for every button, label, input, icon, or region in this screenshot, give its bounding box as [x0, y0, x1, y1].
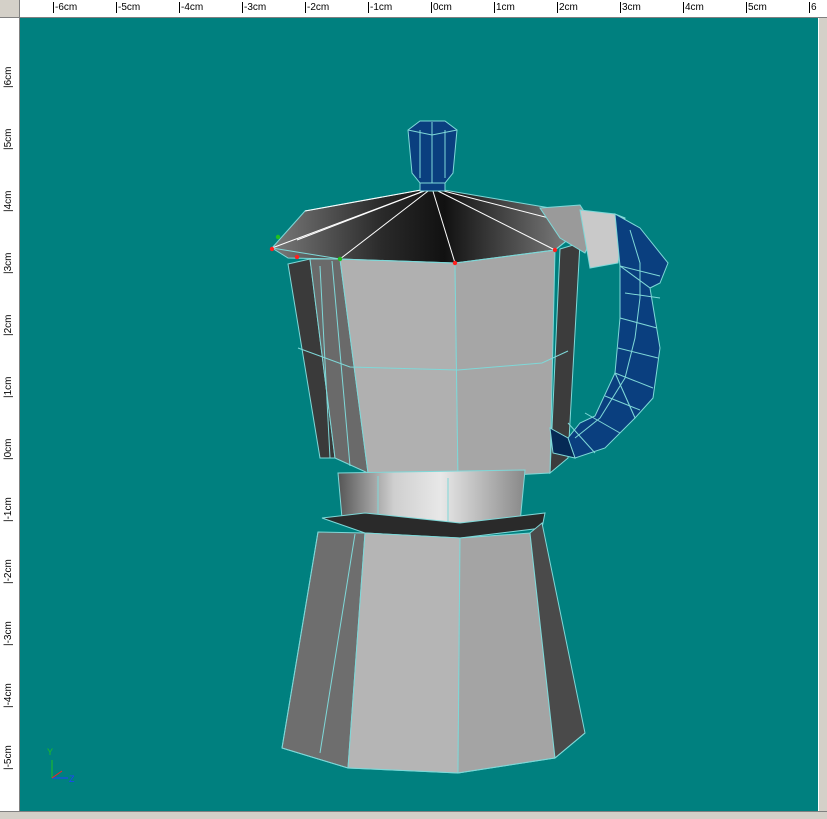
ruler-tick-label: |-3cm: [3, 621, 14, 646]
lid-knob: [407, 120, 458, 192]
ruler-tick-label: 0cm: [431, 2, 452, 13]
ruler-tick-label: -2cm: [305, 2, 330, 13]
vertex-marker[interactable]: [294, 254, 300, 260]
horizontal-ruler: -6cm -5cm -4cm -3cm -2cm -1cm 0cm 1cm 2cm 3cm 4cm 5…: [20, 0, 827, 18]
ruler-tick-label: -4cm: [179, 2, 204, 13]
ruler-tick-label: 6: [809, 2, 817, 13]
ruler-tick-label: |4cm: [3, 190, 14, 213]
espresso-pot-model[interactable]: [20, 18, 818, 811]
ruler-tick-label: 5cm: [746, 2, 767, 13]
ruler-tick-label: 4cm: [683, 2, 704, 13]
vertex-marker[interactable]: [452, 260, 458, 266]
axis-y-label: Y: [47, 747, 54, 757]
ruler-tick-label: -5cm: [116, 2, 141, 13]
ruler-tick-label: |-5cm: [3, 745, 14, 770]
ruler-tick-label: -1cm: [368, 2, 393, 13]
axis-z-label: Z: [69, 774, 75, 784]
ruler-tick-label: |1cm: [3, 376, 14, 399]
ruler-tick-label: 2cm: [557, 2, 578, 13]
ruler-tick-label: |6cm: [3, 66, 14, 89]
vertical-scrollbar[interactable]: [818, 18, 827, 811]
ruler-tick-label: 1cm: [494, 2, 515, 13]
vertical-ruler: |6cm |5cm |4cm |3cm |2cm |1cm |0cm |-1cm |-2cm |-…: [0, 18, 20, 811]
ruler-tick-label: -3cm: [242, 2, 267, 13]
ruler-tick-label: |3cm: [3, 252, 14, 275]
ruler-tick-label: 3cm: [620, 2, 641, 13]
ruler-tick-label: |-4cm: [3, 683, 14, 708]
upper-body: [287, 242, 581, 479]
ruler-tick-label: -6cm: [53, 2, 78, 13]
ruler-corner: [0, 0, 20, 18]
ruler-tick-label: |2cm: [3, 314, 14, 337]
modeler-window: -6cm -5cm -4cm -3cm -2cm -1cm 0cm 1cm 2cm 3cm 4cm 5…: [0, 0, 827, 819]
axis-gizmo: [51, 760, 68, 779]
ruler-tick-label: |-2cm: [3, 559, 14, 584]
vertex-marker[interactable]: [552, 247, 558, 253]
ruler-tick-label: |0cm: [3, 438, 14, 461]
bottom-scrollbar[interactable]: [0, 811, 827, 819]
vertex-marker[interactable]: [269, 246, 275, 252]
lower-body: [281, 512, 586, 774]
vertex-marker[interactable]: [337, 256, 343, 262]
vertex-marker[interactable]: [275, 234, 281, 240]
3d-viewport[interactable]: Y Z: [20, 18, 818, 811]
ruler-tick-label: |5cm: [3, 128, 14, 151]
ruler-tick-label: |-1cm: [3, 497, 14, 522]
